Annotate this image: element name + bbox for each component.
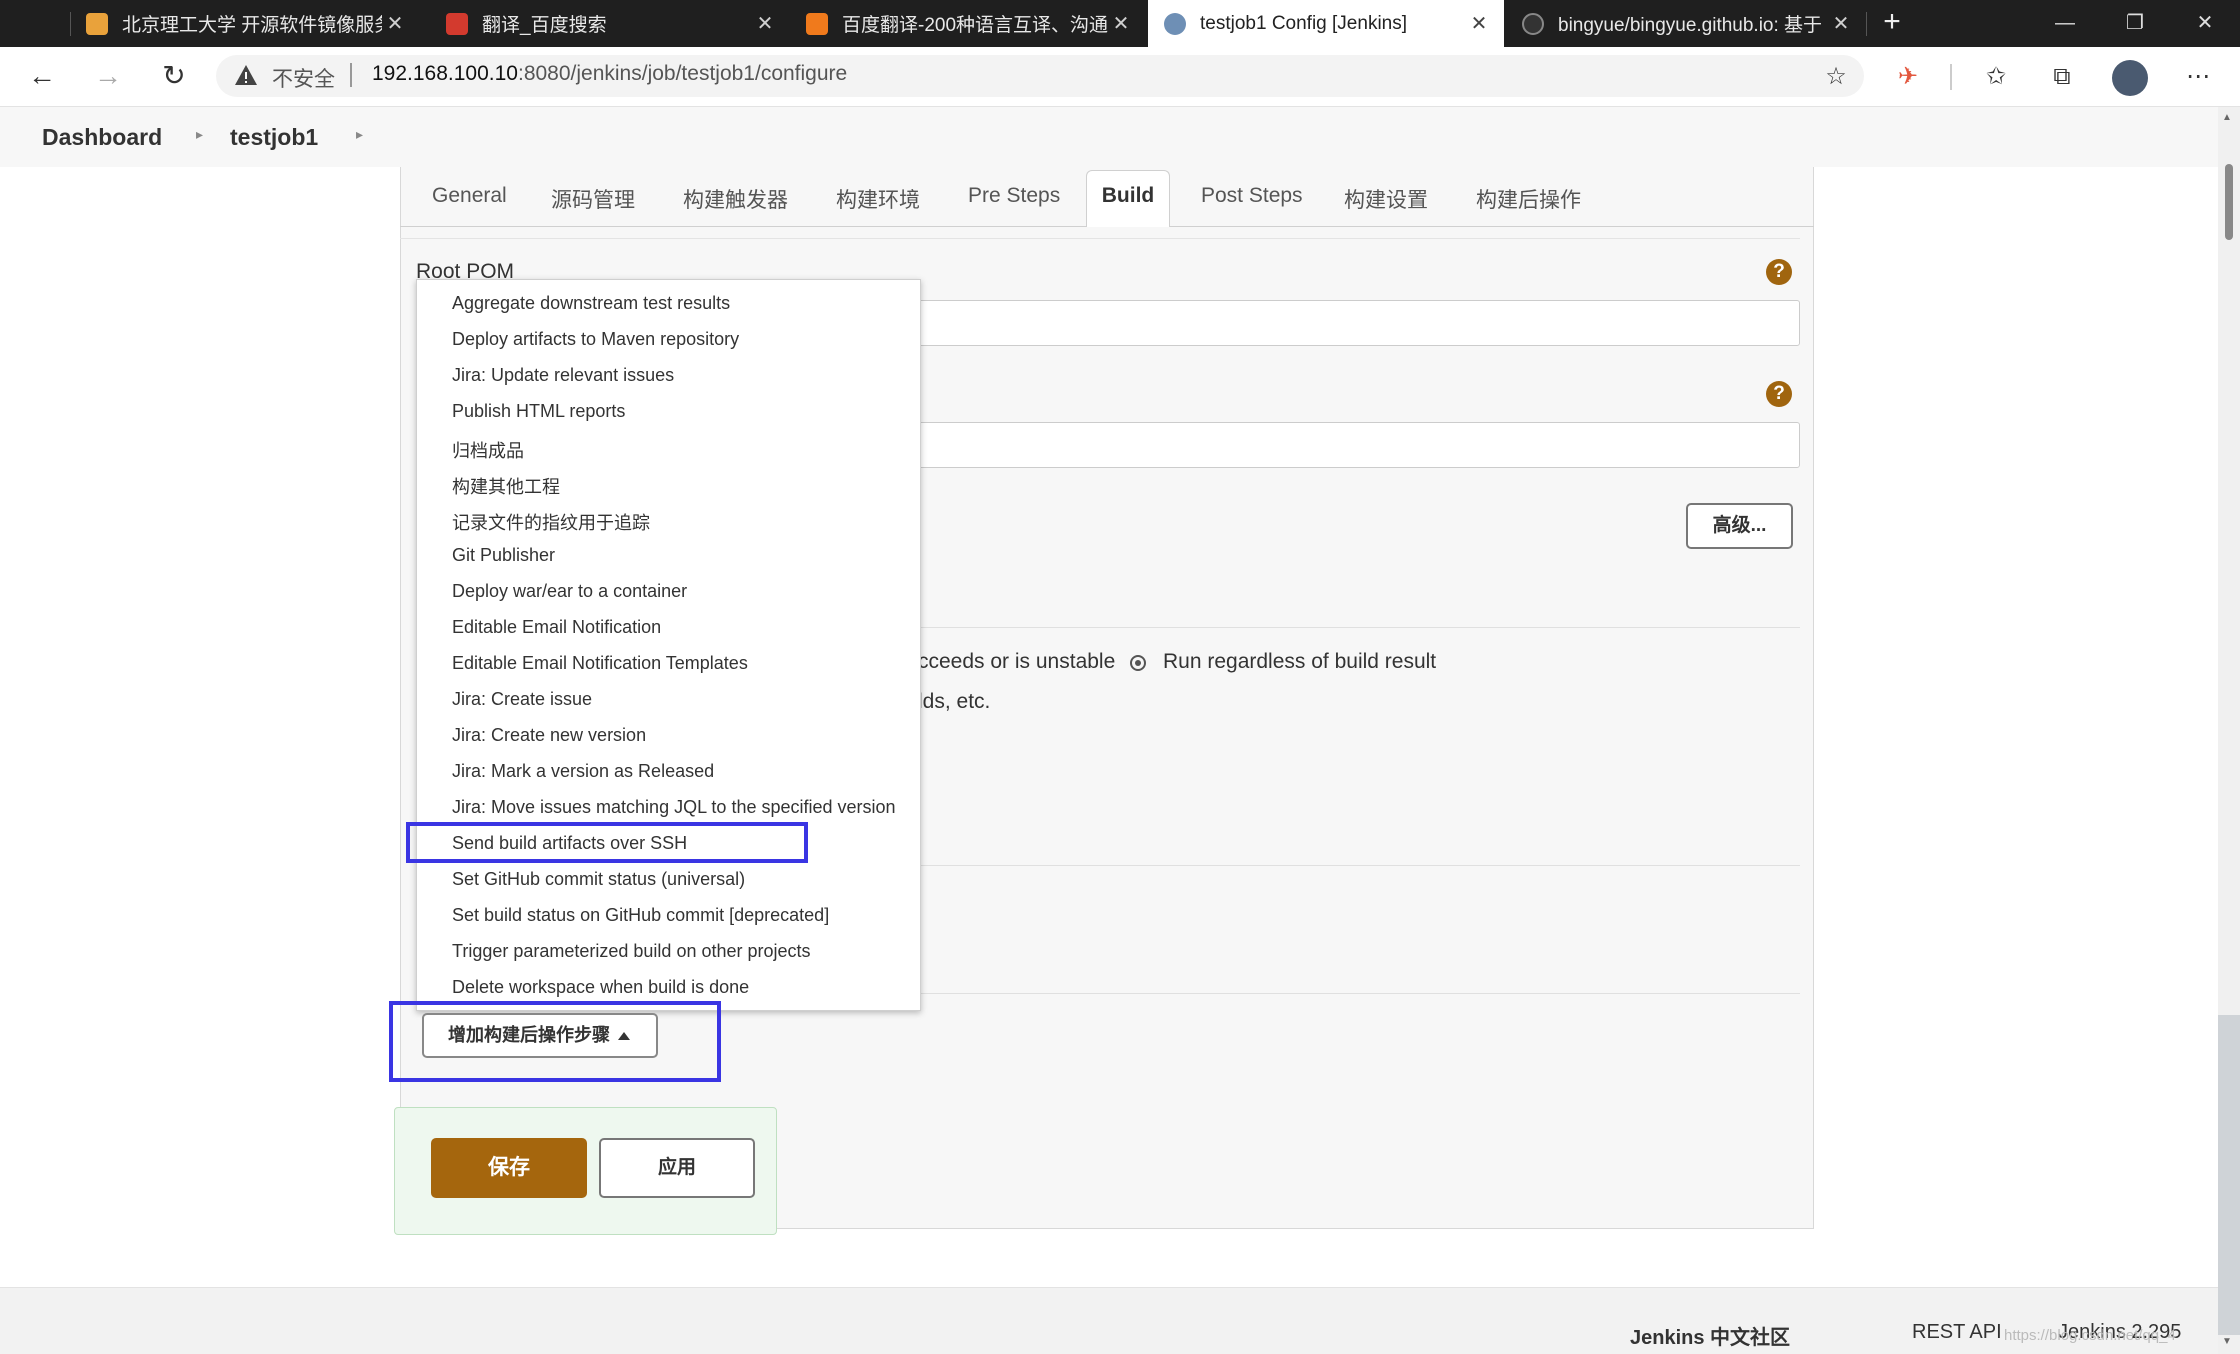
warning-icon[interactable] [234,63,258,87]
page-footer [0,1287,2218,1354]
menu-item[interactable]: Editable Email Notification Templates [452,653,748,674]
menu-item[interactable]: Editable Email Notification [452,617,661,638]
menu-item[interactable]: Aggregate downstream test results [452,293,730,314]
github-favicon [1522,12,1544,35]
tab-title: testjob1 Config [Jenkins] [1200,12,1408,34]
tab-post-steps[interactable]: Post Steps [1201,184,1303,208]
close-tab-icon[interactable]: ✕ [752,11,778,36]
menu-item[interactable]: Jira: Update relevant issues [452,365,674,386]
menu-item[interactable]: 归档成品 [452,437,524,463]
reload-icon[interactable]: ↻ [154,57,194,97]
section-divider [400,238,1800,239]
close-tab-icon[interactable]: ✕ [382,11,408,36]
tab-post-build-actions[interactable]: 构建后操作 [1476,184,1581,214]
tab-title: bingyue/bingyue.github.io: 基于 [1558,15,1823,36]
site-favicon [86,12,108,35]
tab-title: 百度翻译-200种语言互译、沟通全 [842,15,1108,36]
menu-item[interactable]: Set build status on GitHub commit [depre… [452,905,829,926]
breadcrumb-dashboard[interactable]: Dashboard [42,124,162,151]
profile-avatar[interactable] [2112,60,2148,96]
highlight-box-ssh-item [406,822,808,863]
post-step-condition-text: cceeds or is unstable [918,650,1116,673]
tab-general[interactable]: General [432,184,507,208]
toolbar-divider [1950,64,1952,90]
help-icon[interactable]: ? [1766,381,1792,407]
menu-item[interactable]: Publish HTML reports [452,401,625,422]
breadcrumb [0,107,2218,167]
minimize-icon[interactable]: — [2030,0,2100,47]
site-favicon [446,12,468,35]
menu-item[interactable]: Set GitHub commit status (universal) [452,869,745,890]
scroll-up-icon[interactable]: ▲ [2222,112,2232,123]
menu-item[interactable]: Deploy artifacts to Maven repository [452,329,739,350]
menu-item[interactable]: Deploy war/ear to a container [452,581,687,602]
url-path: :8080/jenkins/job/testjob1/configure [517,62,848,85]
tab-divider [1866,12,1867,36]
tab-pre-steps[interactable]: Pre Steps [968,184,1060,208]
footer-community-link[interactable]: Jenkins 中文社区 [1630,1321,1790,1350]
tab-build-triggers[interactable]: 构建触发器 [683,184,788,214]
jenkins-favicon [1164,12,1186,35]
tab-title: 北京理工大学 开源软件镜像服务 [122,15,382,36]
tab-build-label[interactable]: Build [1086,184,1170,208]
close-tab-icon[interactable]: ✕ [1828,11,1854,36]
menu-item[interactable]: Jira: Create new version [452,725,646,746]
apply-button[interactable]: 应用 [599,1138,755,1198]
chevron-right-icon[interactable]: ▸ [356,126,363,143]
browser-tab-4-active[interactable]: testjob1 Config [Jenkins] ✕ [1148,0,1504,47]
menu-item[interactable]: Jira: Mark a version as Released [452,761,714,782]
close-tab-icon[interactable]: ✕ [1466,11,1492,36]
security-status-label[interactable]: 不安全 [272,63,335,93]
tab-build-settings[interactable]: 构建设置 [1344,184,1428,214]
menu-item[interactable]: Jira: Create issue [452,689,592,710]
forward-icon[interactable]: → [88,57,128,97]
url-text[interactable]: 192.168.100.10:8080/jenkins/job/testjob1… [372,62,847,86]
close-tab-icon[interactable]: ✕ [1108,11,1134,36]
tab-build-environment[interactable]: 构建环境 [836,184,920,214]
browser-tab-5[interactable]: bingyue/bingyue.github.io: 基于 ✕ [1506,0,1866,47]
favorites-icon[interactable]: ✩ [1976,57,2016,97]
browser-tab-2[interactable]: 翻译_百度搜索 ✕ [430,0,790,47]
site-favicon [806,12,828,35]
run-regardless-radio[interactable] [1130,655,1146,671]
restore-icon[interactable]: ❐ [2100,0,2170,47]
highlight-box-add-button [389,1001,721,1082]
help-icon[interactable]: ? [1766,259,1792,285]
post-step-description-text: lds, etc. [918,690,991,713]
breadcrumb-job[interactable]: testjob1 [230,124,318,151]
collections-icon[interactable]: ⧉ [2042,57,2082,97]
add-favorite-icon[interactable]: ☆ [1816,57,1856,97]
menu-item[interactable]: Trigger parameterized build on other pro… [452,941,811,962]
scroll-down-icon[interactable]: ▼ [2222,1336,2232,1347]
menu-item[interactable]: Git Publisher [452,545,555,566]
post-build-action-menu [416,279,921,1011]
more-icon[interactable]: ⋯ [2178,57,2218,97]
window-close-icon[interactable]: ✕ [2170,0,2240,47]
browser-tab-1[interactable]: 北京理工大学 开源软件镜像服务 ✕ [70,0,420,47]
watermark-text: https://blog.csdn.net/qq_4 [2004,1327,2176,1344]
browser-tab-3[interactable]: 百度翻译-200种语言互译、沟通全 ✕ [790,0,1146,47]
footer-rest-api-link[interactable]: REST API [1912,1321,2002,1344]
new-tab-button[interactable]: + [1872,0,1912,47]
scrollbar-thumb[interactable] [2225,164,2233,240]
scrollbar-track-region [2218,1015,2240,1335]
menu-item[interactable]: Delete workspace when build is done [452,977,749,998]
menu-item[interactable]: 构建其他工程 [452,473,560,499]
url-host: 192.168.100.10 [372,62,518,85]
tab-divider [70,12,71,36]
menu-item[interactable]: Jira: Move issues matching JQL to the sp… [452,797,896,818]
run-regardless-label: Run regardless of build result [1163,650,1437,673]
advanced-button[interactable]: 高级... [1686,503,1793,549]
tab-title: 翻译_百度搜索 [482,15,607,36]
tab-scm[interactable]: 源码管理 [551,184,635,214]
chevron-right-icon[interactable]: ▸ [196,126,203,143]
menu-item[interactable]: 记录文件的指纹用于追踪 [452,509,650,535]
address-divider [350,63,352,87]
save-button[interactable]: 保存 [431,1138,587,1198]
back-icon[interactable]: ← [22,57,62,97]
extension-icon[interactable]: ✈ [1888,57,1928,97]
